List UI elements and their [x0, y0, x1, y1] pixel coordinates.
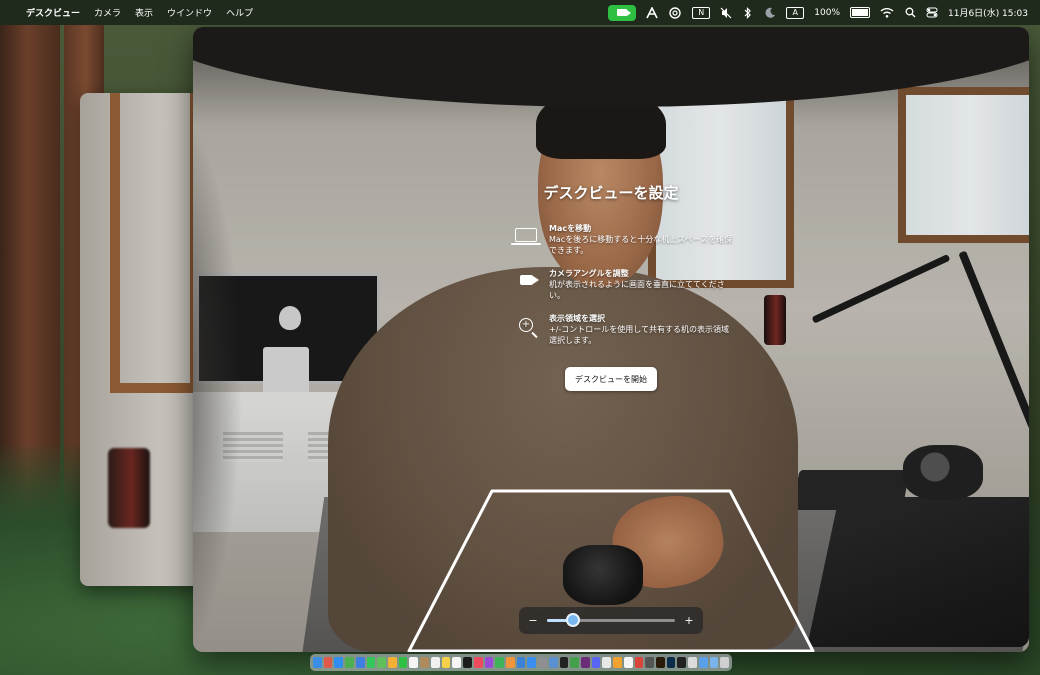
- reminders-icon[interactable]: [430, 657, 440, 668]
- step-title: カメラアングルを調整: [549, 269, 629, 278]
- battery-icon[interactable]: [850, 7, 870, 18]
- bluetooth-icon[interactable]: [742, 6, 754, 20]
- folder-icon[interactable]: [709, 657, 719, 668]
- step-title: 表示領域を選択: [549, 314, 605, 323]
- setup-title: デスクビューを設定: [543, 184, 679, 202]
- zoom-in-button[interactable]: +: [683, 614, 695, 627]
- menu-camera[interactable]: カメラ: [94, 6, 121, 19]
- terminal-icon[interactable]: [559, 657, 569, 668]
- mail-icon[interactable]: [355, 657, 365, 668]
- zoom-control: − +: [519, 607, 703, 634]
- messages-icon[interactable]: [366, 657, 376, 668]
- keynote-icon[interactable]: [516, 657, 526, 668]
- notion-dock-icon[interactable]: [623, 657, 633, 668]
- music-icon[interactable]: [473, 657, 483, 668]
- trash-icon[interactable]: [720, 657, 730, 668]
- step-select-area: + 表示領域を選択 +/-コントロールを使用して共有する机の表示領域選択します。: [513, 313, 733, 346]
- mute-icon[interactable]: [720, 6, 732, 20]
- deskview-icon[interactable]: [688, 657, 697, 668]
- slack-icon[interactable]: [580, 657, 590, 668]
- discord-icon[interactable]: [591, 657, 601, 668]
- freeform-icon[interactable]: [452, 657, 462, 668]
- start-desk-view-button[interactable]: デスクビューを開始: [565, 367, 657, 391]
- spotlight-search-icon[interactable]: [904, 6, 916, 20]
- preview-icon[interactable]: [548, 657, 558, 668]
- contacts-icon[interactable]: [420, 657, 429, 668]
- zoom-in-icon: +: [513, 315, 539, 335]
- notes-icon[interactable]: [441, 657, 451, 668]
- podcasts-icon[interactable]: [484, 657, 494, 668]
- input-source-icon[interactable]: A: [786, 6, 805, 19]
- launchpad-icon[interactable]: [323, 657, 333, 668]
- finder-icon[interactable]: [313, 657, 322, 668]
- step-move-mac: Macを移動 Macを後ろに移動すると十分な机上スペースを確保できます。: [511, 223, 733, 256]
- font-app-icon[interactable]: [646, 6, 658, 20]
- appstore-icon[interactable]: [527, 657, 537, 668]
- step-title: Macを移動: [549, 224, 592, 233]
- safari-icon[interactable]: [334, 657, 344, 668]
- maps-icon[interactable]: [377, 657, 387, 668]
- focus-moon-icon[interactable]: [764, 6, 776, 20]
- facetime-icon[interactable]: [398, 657, 408, 668]
- butterfly-icon[interactable]: [613, 657, 622, 668]
- photoshop-icon[interactable]: [666, 657, 676, 668]
- control-center-icon[interactable]: [926, 6, 938, 20]
- pdf-icon[interactable]: [634, 657, 644, 668]
- laptop-icon: [511, 225, 541, 245]
- creative-cloud-icon[interactable]: [668, 6, 682, 20]
- screenshot-icon[interactable]: [602, 657, 612, 668]
- menu-help[interactable]: ヘルプ: [226, 6, 253, 19]
- calendar-icon[interactable]: [409, 657, 419, 668]
- menu-bar: デスクビュー カメラ 表示 ウインドウ ヘルプ N A 100% 11月6日(水…: [0, 0, 1040, 25]
- window-frame-blurred: [110, 93, 200, 393]
- menu-window[interactable]: ウインドウ: [167, 6, 212, 19]
- step-text: 机が表示されるように画面を垂直に立ててください。: [549, 280, 725, 300]
- notion-icon[interactable]: N: [692, 6, 711, 19]
- davinci-icon[interactable]: [645, 657, 654, 668]
- camera-in-use-icon[interactable]: [608, 4, 637, 21]
- step-text: +/-コントロールを使用して共有する机の表示領域選択します。: [549, 325, 730, 345]
- video-icon: [513, 270, 539, 290]
- photos-icon[interactable]: [388, 657, 397, 668]
- battery-percent: 100%: [814, 7, 840, 18]
- desk-view-window[interactable]: デスクビューを設定 Macを移動 Macを後ろに移動すると十分な机上スペースを確…: [193, 27, 1029, 652]
- camera-app-icon[interactable]: [677, 657, 687, 668]
- clock[interactable]: 11月6日(水) 15:03: [948, 6, 1028, 20]
- chrome-icon[interactable]: [345, 657, 354, 668]
- wifi-icon[interactable]: [880, 6, 894, 20]
- setup-steps: Macを移動 Macを後ろに移動すると十分な机上スペースを確保できます。 カメラ…: [511, 223, 733, 358]
- illustrator-icon[interactable]: [656, 657, 665, 668]
- pages-icon[interactable]: [505, 657, 515, 668]
- dock: [310, 654, 732, 671]
- webcam-blurred: [108, 448, 150, 528]
- downloads-icon[interactable]: [698, 657, 708, 668]
- zoom-slider-thumb[interactable]: [565, 613, 580, 627]
- menu-view[interactable]: 表示: [135, 6, 153, 19]
- zoom-out-button[interactable]: −: [527, 614, 539, 627]
- step-text: Macを後ろに移動すると十分な机上スペースを確保できます。: [549, 235, 733, 255]
- numbers-icon[interactable]: [495, 657, 504, 668]
- tv-icon[interactable]: [463, 657, 472, 668]
- zoom-slider[interactable]: [547, 613, 675, 627]
- app-menu[interactable]: デスクビュー: [26, 6, 80, 19]
- settings-icon[interactable]: [538, 657, 547, 668]
- chrome2-icon[interactable]: [570, 657, 579, 668]
- step-camera-angle: カメラアングルを調整 机が表示されるように画面を垂直に立ててください。: [513, 268, 733, 301]
